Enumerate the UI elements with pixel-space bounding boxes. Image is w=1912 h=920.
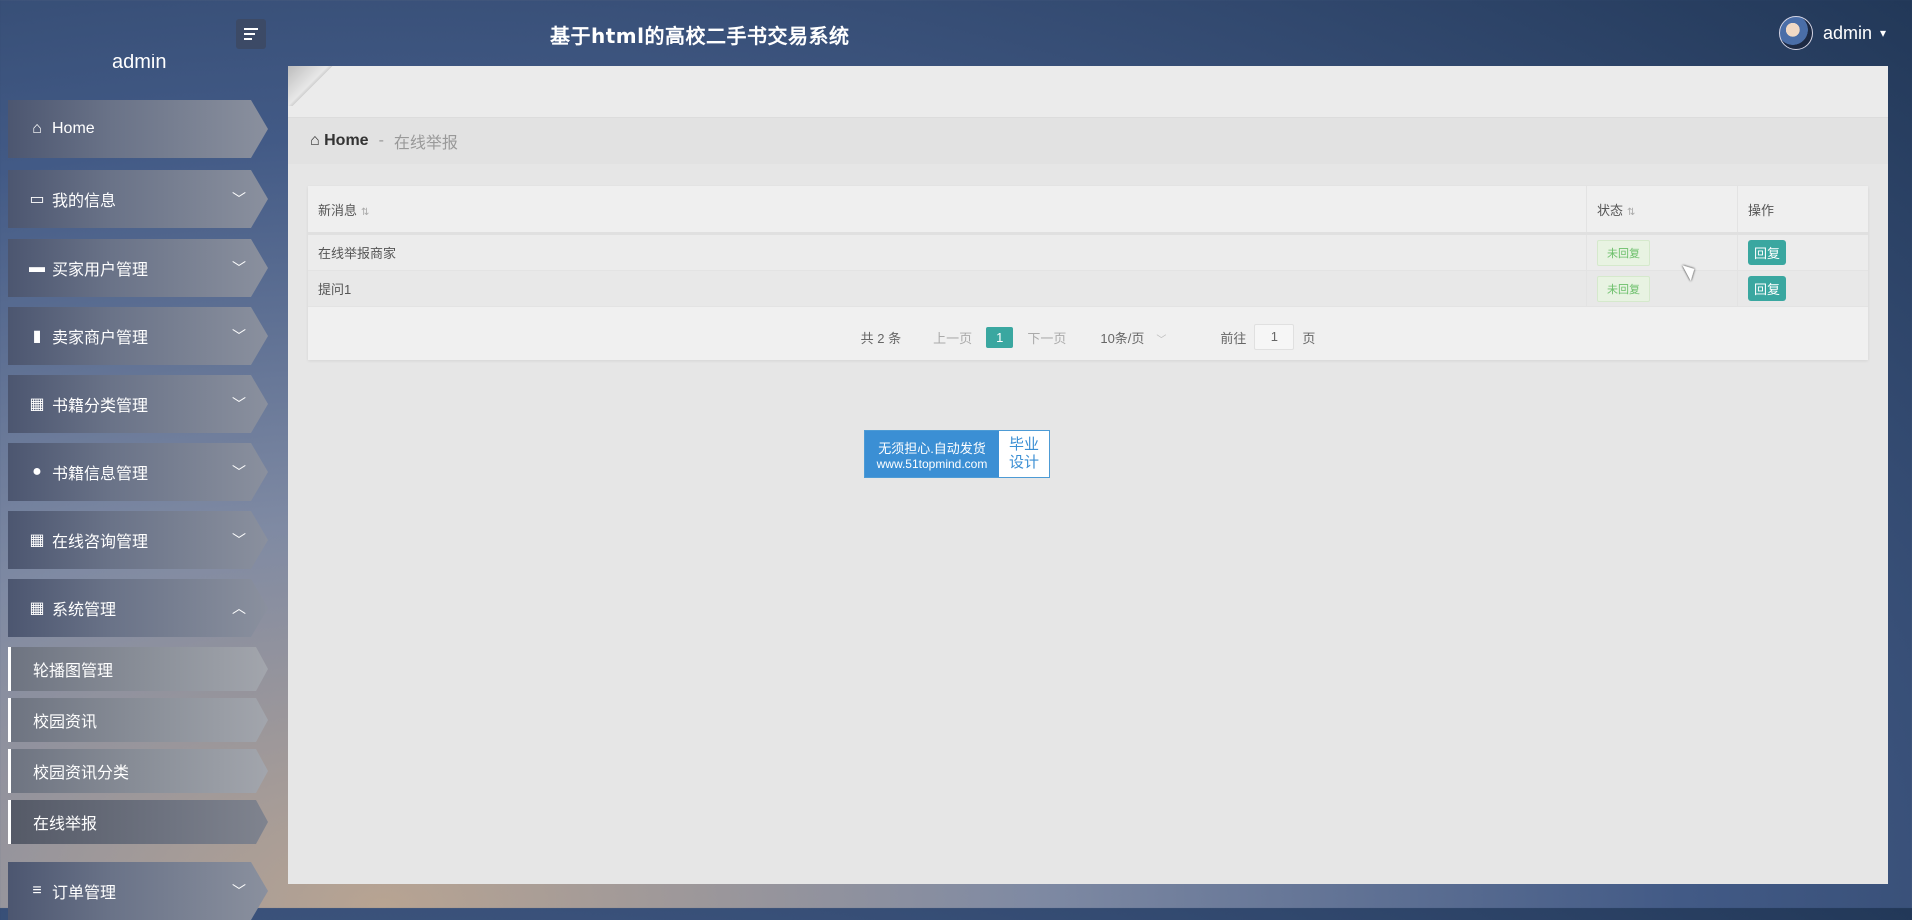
page-size-select[interactable]: 10条/页 ﹀ xyxy=(1100,328,1180,347)
grid-icon: ▦ xyxy=(29,532,45,549)
sidebar-item-my-info[interactable]: ▭ 我的信息 ﹀ xyxy=(8,170,268,228)
grid-icon: ▦ xyxy=(29,600,45,617)
reply-button[interactable]: 回复 xyxy=(1748,276,1787,301)
message-cell: 在线举报商家 xyxy=(308,233,1587,271)
page-curl-decoration xyxy=(288,66,336,106)
main-header-strip xyxy=(288,66,1888,118)
sidebar-subitem-label: 校园资讯 xyxy=(33,714,98,731)
goto-label: 前往 xyxy=(1220,330,1247,346)
message-cell: 提问1 xyxy=(308,270,1587,307)
status-badge: 未回复 xyxy=(1597,239,1650,266)
column-header-status[interactable]: 状态 ⇅ xyxy=(1586,186,1738,235)
sidebar-subitem-news-category[interactable]: 校园资讯分类 xyxy=(8,749,268,793)
action-cell: 回复 xyxy=(1737,233,1868,271)
caret-down-icon: ▾ xyxy=(1879,26,1886,40)
sidebar-item-seller-merchants[interactable]: ▮ 卖家商户管理 ﹀ xyxy=(8,307,268,365)
action-cell: 回复 xyxy=(1737,270,1868,307)
status-badge: 未回复 xyxy=(1597,275,1650,302)
chevron-down-icon: ﹀ xyxy=(232,191,246,207)
hamburger-icon xyxy=(244,25,258,43)
user-icon: ● xyxy=(32,463,42,480)
monitor-icon: ▬ xyxy=(29,259,45,276)
sidebar-subitem-label: 轮播图管理 xyxy=(33,663,114,680)
top-bar: 基于html的高校二手书交易系统 admin ▾ xyxy=(0,0,1912,66)
breadcrumb: ⌂ Home - 在线举报 xyxy=(288,118,1888,164)
sidebar-item-label: 书籍分类管理 xyxy=(52,398,149,415)
chevron-down-icon: ﹀ xyxy=(232,328,246,344)
pagination: 共 2 条 上一页 1 下一页 10条/页 ﹀ 前往 1 页 xyxy=(308,314,1868,360)
chevron-down-icon: ﹀ xyxy=(1156,334,1167,346)
card-icon: ▭ xyxy=(29,191,45,208)
status-cell: 未回复 xyxy=(1586,270,1738,307)
sidebar-subitem-online-report[interactable]: 在线举报 xyxy=(8,800,268,844)
breadcrumb-home[interactable]: ⌂ Home xyxy=(310,132,369,150)
chevron-down-icon: ﹀ xyxy=(232,532,246,548)
sidebar-item-online-consult[interactable]: ▦ 在线咨询管理 ﹀ xyxy=(8,511,268,569)
goto-page-input[interactable]: 1 xyxy=(1254,324,1295,350)
watermark-side1: 毕业 xyxy=(1008,436,1039,453)
chevron-up-icon: ︿ xyxy=(232,600,246,616)
sidebar-subitem-label: 在线举报 xyxy=(33,816,98,833)
app-title: 基于html的高校二手书交易系统 xyxy=(550,24,850,48)
watermark-line2: www.51topmind.com xyxy=(876,456,988,471)
sidebar-item-label: 我的信息 xyxy=(52,193,117,210)
sidebar-subitem-carousel[interactable]: 轮播图管理 xyxy=(8,647,268,691)
grid-icon: ▦ xyxy=(29,396,45,413)
sort-icon[interactable]: ⇅ xyxy=(1627,207,1635,218)
chevron-down-icon: ﹀ xyxy=(232,396,246,412)
sidebar-item-label: 在线咨询管理 xyxy=(52,534,149,551)
chevron-down-icon: ﹀ xyxy=(232,260,246,276)
sidebar-item-label: 买家用户管理 xyxy=(52,262,149,279)
sidebar-user-label: admin xyxy=(112,54,167,70)
user-menu[interactable]: admin ▾ xyxy=(1778,16,1886,50)
sidebar-subitem-label: 校园资讯分类 xyxy=(33,765,130,782)
sidebar-item-home[interactable]: ⌂ Home xyxy=(8,100,268,158)
sidebar-item-orders[interactable]: ≡ 订单管理 ﹀ xyxy=(8,862,268,920)
sidebar-item-book-info[interactable]: ● 书籍信息管理 ﹀ xyxy=(8,443,268,501)
home-icon: ⌂ xyxy=(32,120,42,137)
pagination-total: 共 2 条 xyxy=(860,330,902,346)
chevron-down-icon: ﹀ xyxy=(232,883,246,899)
breadcrumb-current: 在线举报 xyxy=(393,135,458,152)
column-header-message[interactable]: 新消息 ⇅ xyxy=(308,186,1587,235)
book-icon: ▮ xyxy=(32,328,42,345)
sliders-icon: ≡ xyxy=(32,882,42,899)
table-row: 在线举报商家 未回复 回复 xyxy=(308,233,1868,271)
menu-toggle-button[interactable] xyxy=(236,19,266,49)
table-row: 提问1 未回复 回复 xyxy=(308,270,1868,307)
avatar xyxy=(1778,16,1813,50)
page-suffix: 页 xyxy=(1302,330,1316,346)
column-header-action: 操作 xyxy=(1737,186,1868,235)
user-name: admin xyxy=(1822,22,1872,43)
next-page-button[interactable]: 下一页 xyxy=(1027,328,1066,347)
sidebar: admin ⌂ Home ▭ 我的信息 ﹀ ▬ 买家用户管理 ﹀ ▮ 卖家商户管… xyxy=(0,50,280,920)
chevron-down-icon: ﹀ xyxy=(232,464,246,480)
sort-icon[interactable]: ⇅ xyxy=(361,207,369,218)
sidebar-item-label: 系统管理 xyxy=(52,602,117,619)
reply-button[interactable]: 回复 xyxy=(1748,240,1787,265)
watermark-line1: 无须担心.自动发货 xyxy=(878,440,986,456)
sidebar-item-label: Home xyxy=(52,120,95,137)
sidebar-item-buyer-users[interactable]: ▬ 买家用户管理 ﹀ xyxy=(8,239,268,297)
status-cell: 未回复 xyxy=(1586,233,1738,271)
prev-page-button[interactable]: 上一页 xyxy=(933,328,972,347)
sidebar-subitem-campus-news[interactable]: 校园资讯 xyxy=(8,698,268,742)
breadcrumb-separator: - xyxy=(378,132,384,149)
sidebar-item-label: 卖家商户管理 xyxy=(52,330,149,347)
report-table: 新消息 ⇅ 状态 ⇅ 操作 在线举报商家 未回复 回复 提问1 未回复 回复 xyxy=(308,186,1868,307)
sidebar-item-system[interactable]: ▦ 系统管理 ︿ xyxy=(8,579,268,637)
page-number-button[interactable]: 1 xyxy=(986,326,1014,348)
main-panel: ⌂ Home - 在线举报 新消息 ⇅ 状态 ⇅ 操作 在线举报商家 未回复 回… xyxy=(288,66,1888,884)
report-table-card: 新消息 ⇅ 状态 ⇅ 操作 在线举报商家 未回复 回复 提问1 未回复 回复 共… xyxy=(308,186,1868,360)
sidebar-item-label: 订单管理 xyxy=(52,885,117,902)
sidebar-item-label: 书籍信息管理 xyxy=(52,466,149,483)
watermark-side2: 设计 xyxy=(1008,454,1039,471)
home-icon: ⌂ xyxy=(310,132,320,149)
sidebar-item-book-categories[interactable]: ▦ 书籍分类管理 ﹀ xyxy=(8,375,268,433)
watermark-badge: 无须担心.自动发货 www.51topmind.com 毕业 设计 xyxy=(864,430,1050,478)
